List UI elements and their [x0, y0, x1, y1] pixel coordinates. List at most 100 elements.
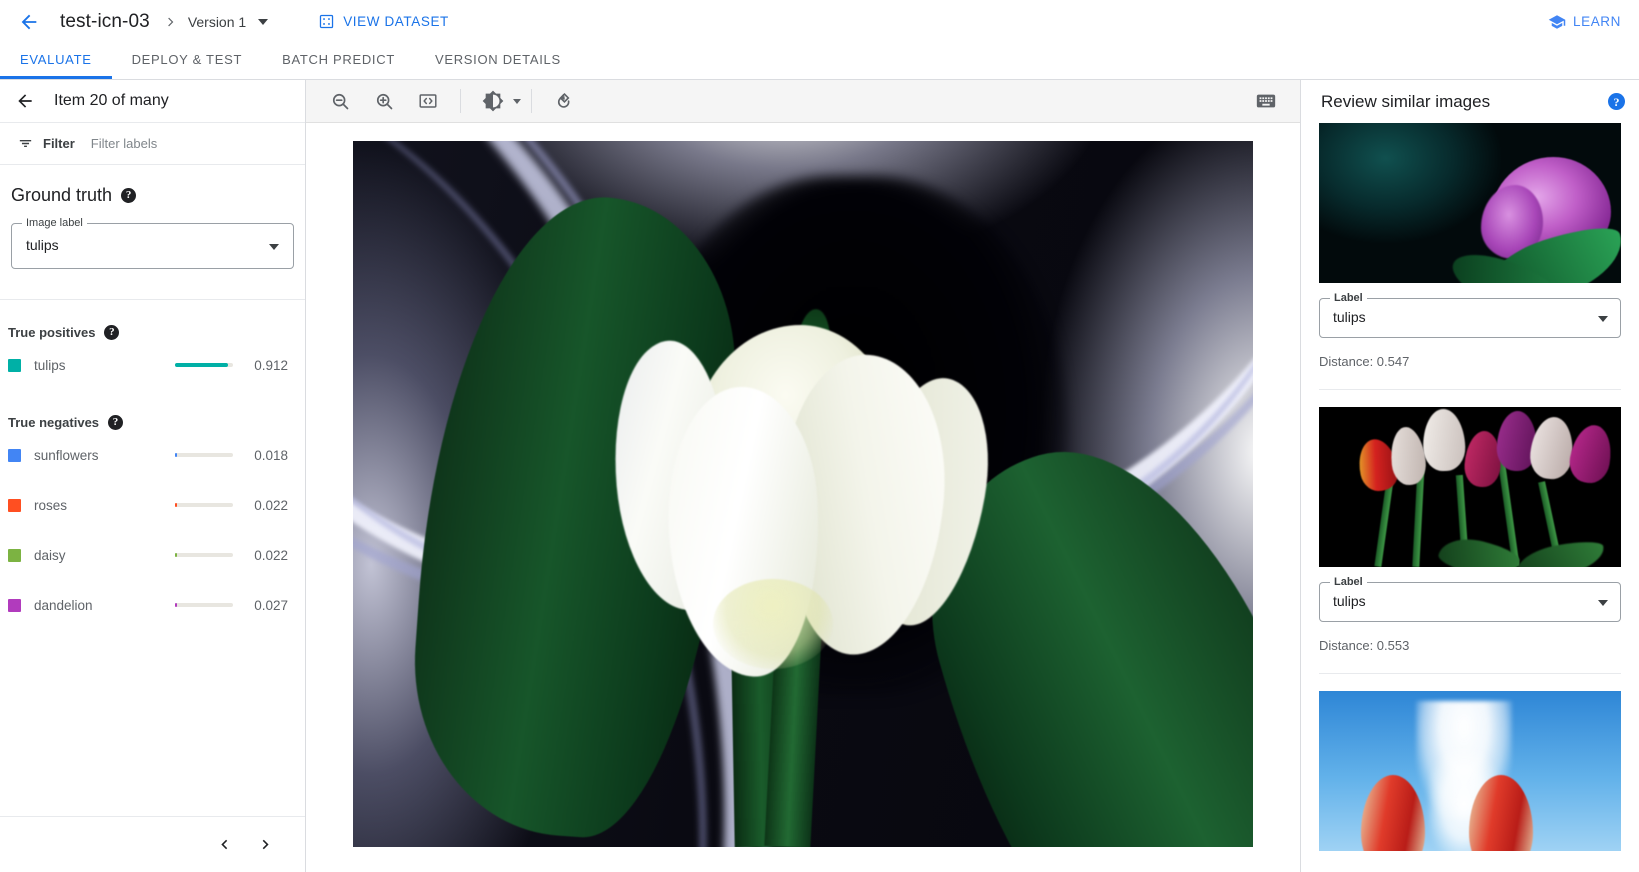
brightness-icon[interactable]: [476, 84, 510, 118]
tab-batch-predict[interactable]: BATCH PREDICT: [262, 43, 415, 79]
top-bar: test-icn-03 Version 1 VIEW DATASET: [0, 0, 1639, 43]
graduation-cap-icon: [1548, 13, 1566, 31]
image-label-select[interactable]: Image label tulips: [11, 223, 294, 269]
body: Item 20 of many Filter Filter labels Gro…: [0, 80, 1639, 872]
label-value: tulips: [1333, 593, 1366, 609]
label-value: tulips: [1333, 309, 1366, 325]
true-positives-label: True positives: [8, 325, 95, 340]
metric-bar-fill: [175, 603, 177, 607]
breadcrumb-separator: [164, 15, 178, 29]
similar-image-card[interactable]: [1319, 673, 1621, 857]
ground-truth-title: Ground truth ?: [11, 185, 294, 206]
learn-button[interactable]: LEARN: [1548, 13, 1621, 31]
view-dataset-label: VIEW DATASET: [343, 14, 449, 29]
image-canvas: [306, 123, 1300, 872]
true-negatives-label: True negatives: [8, 415, 99, 430]
brightness-chevron-down-icon[interactable]: [513, 99, 521, 104]
previous-item-button[interactable]: [203, 824, 245, 866]
filter-label: Filter: [43, 136, 75, 151]
legend-swatch: [8, 549, 21, 562]
dataset-grid-icon: [318, 13, 335, 30]
item-header: Item 20 of many: [0, 80, 305, 123]
filter-input[interactable]: Filter labels: [91, 136, 157, 151]
image-label-value: tulips: [26, 237, 59, 253]
similar-images-title: Review similar images: [1321, 92, 1599, 112]
similar-image-card[interactable]: Label tulips Distance: 0.553: [1319, 389, 1621, 673]
metric-bar: [175, 453, 233, 457]
legend-swatch: [8, 449, 21, 462]
tab-evaluate[interactable]: EVALUATE: [0, 43, 112, 79]
similar-image-label-select[interactable]: Label tulips: [1319, 298, 1621, 338]
rotate-reset-icon[interactable]: [547, 84, 581, 118]
tab-bar: EVALUATE DEPLOY & TEST BATCH PREDICT VER…: [0, 43, 1639, 80]
thumb-shape: [1528, 415, 1576, 481]
metric-bar: [175, 553, 233, 557]
model-name[interactable]: test-icn-03: [60, 11, 150, 33]
similar-image-thumbnail[interactable]: [1319, 691, 1621, 851]
learn-label: LEARN: [1573, 14, 1621, 29]
metric-bar-fill: [175, 453, 177, 457]
metric-bar: [175, 363, 233, 367]
ground-truth-block: Ground truth ? Image label tulips: [0, 165, 305, 269]
keyboard-icon[interactable]: [1249, 84, 1283, 118]
metric-bar: [175, 603, 233, 607]
app-root: test-icn-03 Version 1 VIEW DATASET: [0, 0, 1639, 872]
label-chevron-down-icon[interactable]: [1598, 316, 1608, 322]
tab-deploy-and-test[interactable]: DEPLOY & TEST: [112, 43, 263, 79]
similar-images-header: Review similar images ?: [1301, 80, 1639, 123]
metric-bar-fill: [175, 503, 177, 507]
ground-truth-help-icon[interactable]: ?: [121, 188, 136, 203]
next-item-button[interactable]: [245, 824, 287, 866]
image-toolbar: [306, 80, 1300, 123]
view-dataset-button[interactable]: VIEW DATASET: [318, 13, 449, 30]
legend-swatch: [8, 359, 21, 372]
item-back-arrow-icon[interactable]: [10, 86, 40, 116]
right-panel: Review similar images ? Label tulips: [1300, 80, 1639, 872]
metric-bar-fill: [175, 363, 228, 367]
metric-value: 0.022: [246, 548, 288, 563]
similar-image-thumbnail[interactable]: [1319, 407, 1621, 567]
metric-label: roses: [34, 498, 175, 513]
metric-bar-fill: [175, 553, 177, 557]
zoom-out-icon[interactable]: [323, 84, 357, 118]
similar-images-list[interactable]: Label tulips Distance: 0.547: [1301, 123, 1639, 872]
legend-swatch: [8, 499, 21, 512]
item-navigation: [0, 816, 305, 872]
thumb-shape: [1513, 537, 1607, 567]
toolbar-divider: [531, 89, 532, 113]
label-chevron-down-icon[interactable]: [1598, 600, 1608, 606]
similar-image-thumbnail[interactable]: [1319, 123, 1621, 283]
metric-label: daisy: [34, 548, 175, 563]
tulip-petal-highlight: [713, 579, 833, 669]
similar-image-distance: Distance: 0.553: [1319, 638, 1621, 667]
similar-image-distance: Distance: 0.547: [1319, 354, 1621, 383]
tab-version-details[interactable]: VERSION DETAILS: [415, 43, 581, 79]
image-label-chevron-down-icon[interactable]: [269, 244, 279, 250]
similar-image-label-select[interactable]: Label tulips: [1319, 582, 1621, 622]
true-negatives-help-icon[interactable]: ?: [108, 415, 123, 430]
toolbar-divider: [460, 89, 461, 113]
version-name[interactable]: Version 1: [188, 14, 246, 30]
label-legend: Label: [1330, 292, 1367, 304]
metric-row-daisy: daisy 0.022: [0, 530, 305, 580]
true-positives-help-icon[interactable]: ?: [104, 325, 119, 340]
back-arrow-icon[interactable]: [14, 7, 44, 37]
filter-row[interactable]: Filter Filter labels: [0, 123, 305, 165]
code-brackets-icon[interactable]: [411, 84, 445, 118]
metric-value: 0.027: [246, 598, 288, 613]
metric-value: 0.018: [246, 448, 288, 463]
left-panel: Item 20 of many Filter Filter labels Gro…: [0, 80, 306, 872]
metric-row-tulips: tulips 0.912: [0, 340, 305, 390]
true-positives-header: True positives ?: [0, 300, 305, 340]
thumb-shape: [1422, 408, 1466, 471]
similar-images-help-icon[interactable]: ?: [1608, 93, 1625, 110]
legend-swatch: [8, 599, 21, 612]
metric-label: dandelion: [34, 598, 175, 613]
similar-image-card[interactable]: Label tulips Distance: 0.547: [1319, 123, 1621, 389]
metric-label: sunflowers: [34, 448, 175, 463]
zoom-in-icon[interactable]: [367, 84, 401, 118]
image-label-legend: Image label: [22, 217, 87, 229]
main-image[interactable]: [353, 141, 1253, 847]
true-negatives-header: True negatives ?: [0, 390, 305, 430]
version-chevron-down-icon[interactable]: [258, 19, 268, 25]
